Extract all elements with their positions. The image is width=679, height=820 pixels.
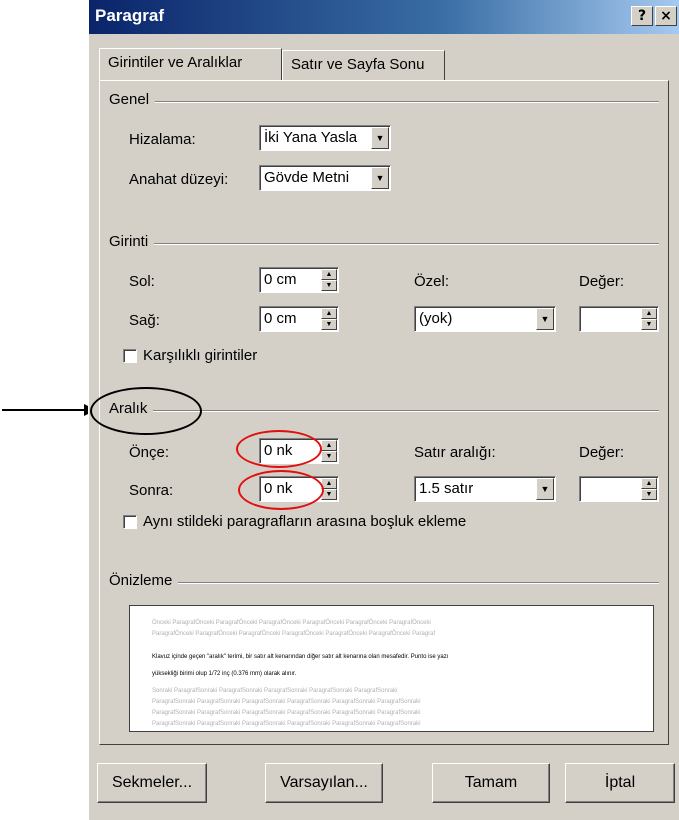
line-spacing-at-label: Değer: [579, 444, 625, 461]
paragraph-preview: Önceki ParagrafÖnceki ParagrafÖnceki Par… [129, 605, 654, 732]
annotation-arrow [2, 404, 96, 416]
spacing-before-label: Önçe: [129, 444, 170, 461]
indent-left-input[interactable]: 0 cm ▲ ▼ [259, 267, 339, 293]
tabs-button[interactable]: Sekmeler... [97, 763, 207, 803]
mirror-indents-checkbox[interactable] [123, 349, 137, 363]
tab-label: Satır ve Sayfa Sonu [291, 56, 425, 73]
spinner-icon[interactable]: ▲ ▼ [641, 478, 657, 500]
indent-by-input[interactable]: ▲ ▼ [579, 306, 659, 332]
line-spacing-value: 1.5 satır [419, 480, 474, 497]
preview-next-line: ParagrafSonraki ParagrafSonraki Paragraf… [152, 721, 421, 727]
no-space-same-style-label: Aynı stildeki paragrafların arasına boşl… [143, 513, 467, 530]
no-space-same-style-checkbox[interactable] [123, 515, 137, 529]
alignment-select[interactable]: İki Yana Yasla ▼ [259, 125, 391, 151]
spinner-icon[interactable]: ▲ ▼ [321, 440, 337, 462]
indent-right-value: 0 cm [264, 310, 297, 327]
group-general-title: Genel [109, 91, 156, 108]
annotation-oval-before [236, 430, 322, 468]
group-indent-title: Girinti [109, 233, 155, 250]
chevron-down-icon[interactable]: ▼ [536, 308, 554, 330]
preview-previous-line: Önceki ParagrafÖnceki ParagrafÖnceki Par… [152, 620, 431, 626]
preview-main-line: Klavuz içinde geçen "aralık" terimi, bir… [152, 654, 449, 660]
close-button[interactable]: × [655, 6, 677, 26]
title-bar: Paragraf ? × [89, 0, 679, 34]
help-button[interactable]: ? [631, 6, 653, 26]
special-indent-label: Özel: [414, 273, 450, 290]
line-spacing-at-input[interactable]: ▲ ▼ [579, 476, 659, 502]
chevron-down-icon[interactable]: ▼ [536, 478, 554, 500]
indent-by-label: Değer: [579, 273, 625, 290]
divider [109, 101, 659, 103]
annotation-oval-spacing-group [90, 387, 202, 435]
tab-indents-spacing[interactable]: Girintiler ve Aralıklar [99, 48, 282, 80]
dialog-title: Paragraf [95, 6, 164, 25]
chevron-down-icon[interactable]: ▼ [371, 167, 389, 189]
divider [109, 582, 659, 584]
spinner-icon[interactable]: ▲ ▼ [641, 308, 657, 330]
preview-main-line: yüksekliği birimi olup 1/72 inç (0.376 m… [152, 671, 297, 677]
cancel-button[interactable]: İptal [565, 763, 675, 803]
tab-line-page-breaks[interactable]: Satır ve Sayfa Sonu [282, 50, 445, 80]
line-spacing-label: Satır aralığı: [414, 444, 496, 461]
chevron-down-icon[interactable]: ▼ [371, 127, 389, 149]
preview-next-line: Sonraki ParagrafSonraki ParagrafSonraki … [152, 688, 398, 694]
mirror-indents-label: Karşılıklı girintiler [143, 347, 258, 364]
outline-level-label: Anahat düzeyi: [129, 171, 229, 188]
indent-right-input[interactable]: 0 cm ▲ ▼ [259, 306, 339, 332]
spinner-icon[interactable]: ▲ ▼ [321, 269, 337, 291]
indent-right-label: Sağ: [129, 312, 160, 329]
annotation-oval-after [238, 470, 324, 510]
spinner-icon[interactable]: ▲ ▼ [321, 308, 337, 330]
preview-next-line: ParagrafSonraki ParagrafSonraki Paragraf… [152, 710, 421, 716]
divider [109, 243, 659, 245]
outline-level-select[interactable]: Gövde Metni ▼ [259, 165, 391, 191]
ok-button[interactable]: Tamam [432, 763, 550, 803]
line-spacing-select[interactable]: 1.5 satır ▼ [414, 476, 556, 502]
outline-level-value: Gövde Metni [264, 169, 350, 186]
indent-left-label: Sol: [129, 273, 155, 290]
tab-label: Girintiler ve Aralıklar [108, 54, 243, 71]
special-indent-select[interactable]: (yok) ▼ [414, 306, 556, 332]
special-indent-value: (yok) [419, 310, 453, 327]
preview-next-line: ParagrafSonraki ParagrafSonraki Paragraf… [152, 699, 421, 705]
alignment-value: İki Yana Yasla [264, 129, 358, 146]
spacing-after-label: Sonra: [129, 482, 174, 499]
preview-previous-line: ParagrafÖnceki ParagrafÖnceki ParagrafÖn… [152, 631, 436, 637]
group-preview-title: Önizleme [109, 572, 179, 589]
indent-left-value: 0 cm [264, 271, 297, 288]
default-button[interactable]: Varsayılan... [265, 763, 383, 803]
alignment-label: Hizalama: [129, 131, 196, 148]
